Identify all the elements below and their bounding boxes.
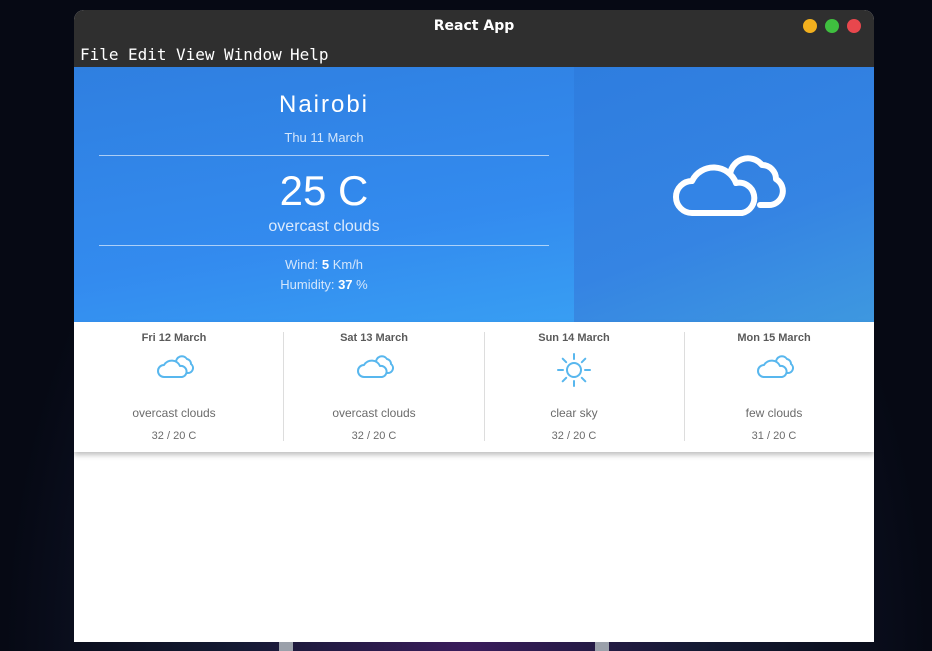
current-temperature: 25 C xyxy=(279,167,369,214)
divider xyxy=(99,155,549,156)
current-description: overcast clouds xyxy=(268,218,380,235)
forecast-day-name: Sun 14 March xyxy=(538,332,610,344)
wind-value: 5 xyxy=(321,257,330,272)
humidity-unit: % xyxy=(356,277,368,292)
forecast-day-name: Sat 13 March xyxy=(340,332,408,344)
menu-file[interactable]: File xyxy=(80,45,119,64)
window-title: React App xyxy=(433,18,515,34)
desktop-accent xyxy=(279,641,293,651)
humidity-value: 37 xyxy=(338,277,353,292)
current-date: Thu 11 March xyxy=(284,130,364,145)
menu-window[interactable]: Window xyxy=(224,45,282,64)
menu-view[interactable]: View xyxy=(176,45,215,64)
current-weather-info: Nairobi Thu 11 March 25 C overcast cloud… xyxy=(74,67,574,322)
wind-label: Wind: xyxy=(284,257,319,272)
forecast-day: Sun 14 March clear sky 32 / 20 C xyxy=(474,322,674,452)
forecast-description: overcast clouds xyxy=(132,406,216,420)
menu-help[interactable]: Help xyxy=(290,45,329,64)
humidity-info: Humidity: 37 % xyxy=(74,277,574,292)
cloud-icon xyxy=(673,155,786,216)
desktop-accent xyxy=(595,641,609,651)
cloud-icon xyxy=(757,355,794,378)
forecast-day-name: Fri 12 March xyxy=(141,332,207,344)
forecast-temp-range: 32 / 20 C xyxy=(551,430,597,442)
forecast-day: Mon 15 March few clouds 31 / 20 C xyxy=(674,322,874,452)
sun-icon xyxy=(557,353,591,387)
app-window: React App File Edit View Window Help Nai… xyxy=(74,10,874,642)
forecast-description: overcast clouds xyxy=(332,406,416,420)
title-bar[interactable]: React App xyxy=(74,10,874,43)
forecast-description: few clouds xyxy=(745,406,803,420)
forecast-temp-range: 31 / 20 C xyxy=(751,430,797,442)
cloud-icon xyxy=(157,355,194,378)
forecast-panel: Fri 12 March overcast clouds 32 / 20 C S… xyxy=(74,322,874,452)
wind-info: Wind: 5 Km/h xyxy=(74,257,574,272)
city-name: Nairobi xyxy=(278,91,370,118)
forecast-day-name: Mon 15 March xyxy=(737,332,811,344)
forecast-temp-range: 32 / 20 C xyxy=(351,430,397,442)
cloud-icon xyxy=(357,355,394,378)
menu-edit[interactable]: Edit xyxy=(128,45,167,64)
menu-bar: File Edit View Window Help xyxy=(74,43,874,67)
minimize-button[interactable] xyxy=(803,19,817,33)
forecast-temp-range: 32 / 20 C xyxy=(151,430,197,442)
maximize-button[interactable] xyxy=(825,19,839,33)
divider xyxy=(99,245,549,246)
wind-unit: Km/h xyxy=(332,257,364,272)
forecast-description: clear sky xyxy=(550,406,598,420)
forecast-day: Fri 12 March overcast clouds 32 / 20 C xyxy=(74,322,274,452)
humidity-label: Humidity: xyxy=(280,277,335,292)
forecast-day: Sat 13 March overcast clouds 32 / 20 C xyxy=(274,322,474,452)
close-button[interactable] xyxy=(847,19,861,33)
